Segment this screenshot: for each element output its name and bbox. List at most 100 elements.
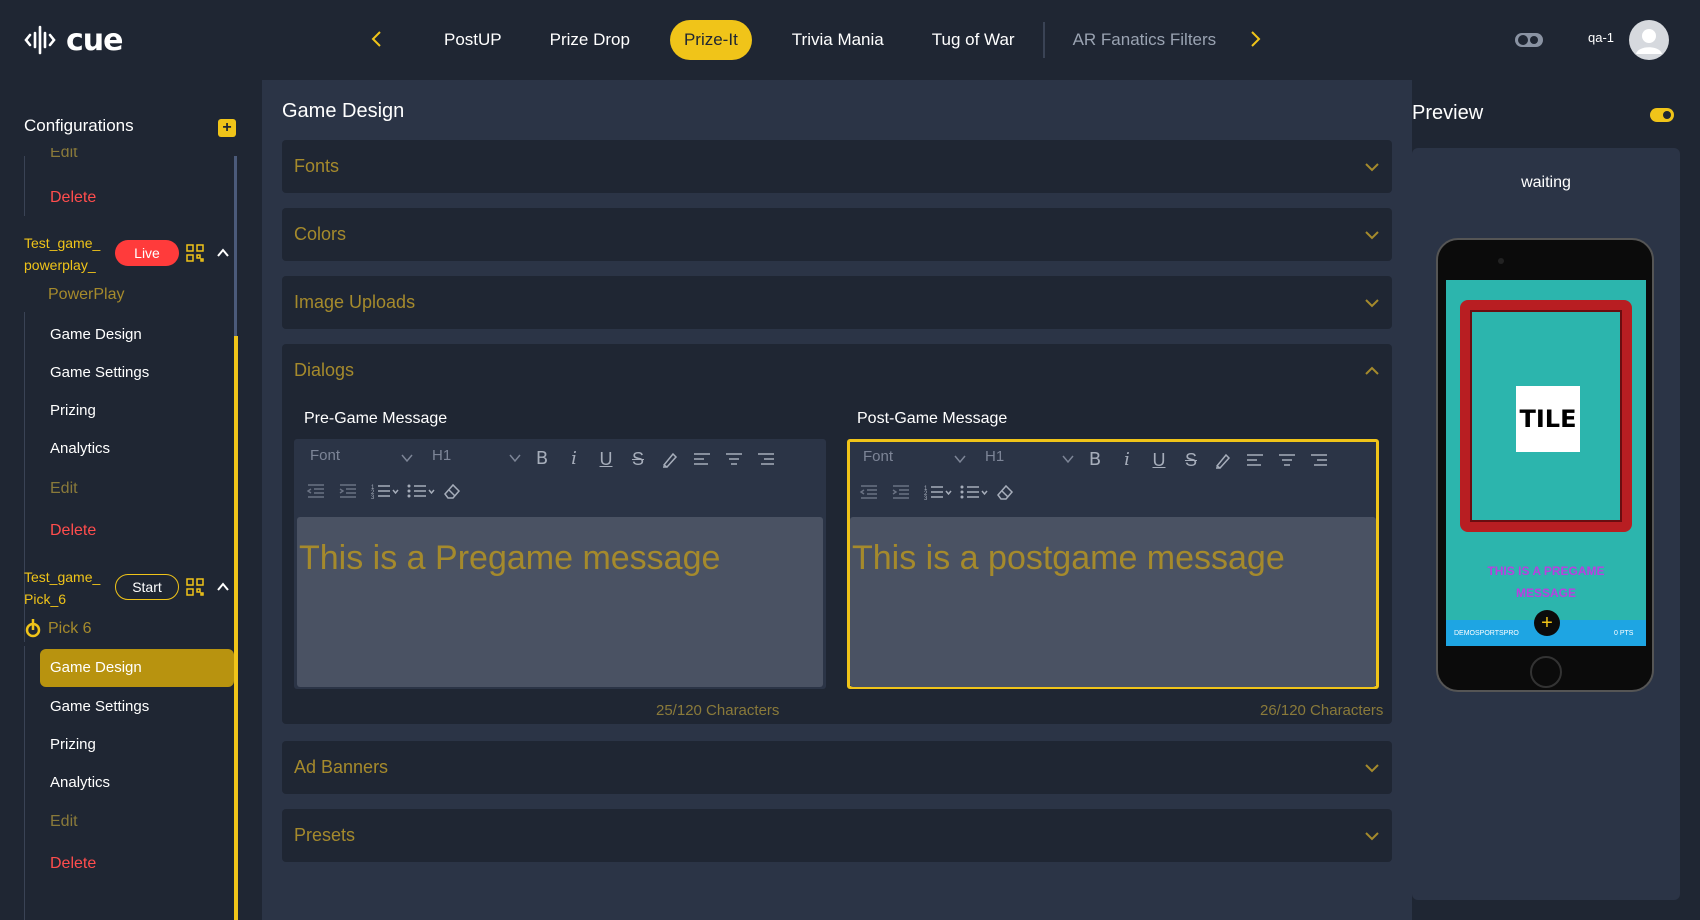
svg-text:3: 3	[371, 495, 375, 501]
bullet-list-icon[interactable]	[959, 482, 989, 502]
top-bar: cue PostUP Prize Drop Prize-It Trivia Ma…	[0, 0, 1700, 80]
bold-icon[interactable]: B	[1085, 450, 1105, 470]
sidebar-item-edit[interactable]: Edit	[50, 480, 78, 498]
sidebar-item-game-design-selected[interactable]: Game Design	[40, 649, 234, 687]
align-center-icon[interactable]	[724, 449, 744, 469]
chevron-up-icon[interactable]	[216, 246, 230, 260]
phone-home-button	[1530, 656, 1562, 688]
ad-banners-section-header[interactable]: Ad Banners	[282, 741, 1392, 794]
strikethrough-icon[interactable]: S	[628, 449, 648, 469]
tabs-next-button[interactable]	[1240, 24, 1270, 54]
colors-section-header[interactable]: Colors	[282, 208, 1392, 261]
italic-icon[interactable]: i	[1117, 450, 1137, 470]
heading-select[interactable]: H1	[432, 447, 451, 464]
sidebar-item-prizing[interactable]: Prizing	[50, 736, 96, 753]
phone-screen: TILE THIS IS A PREGAME MESSAGE + DEMOSPO…	[1446, 280, 1646, 646]
sidebar-item-game-settings[interactable]: Game Settings	[50, 364, 149, 381]
svg-text:3: 3	[924, 496, 928, 502]
sidebar-edit-top[interactable]: Edit	[50, 148, 78, 164]
image-uploads-section-header[interactable]: Image Uploads	[282, 276, 1392, 329]
font-select[interactable]: Font	[863, 448, 893, 465]
qr-code-icon[interactable]	[186, 244, 204, 262]
sidebar-item-edit[interactable]: Edit	[50, 813, 78, 831]
sidebar-scrollbar-track	[234, 156, 237, 336]
italic-icon[interactable]: i	[564, 449, 584, 469]
post-game-text: This is a postgame message	[852, 539, 1285, 577]
preview-status: waiting	[1521, 174, 1571, 191]
add-configuration-button[interactable]: +	[218, 119, 236, 137]
dialogs-section-header[interactable]: Dialogs	[282, 344, 1392, 397]
align-left-icon[interactable]	[1245, 450, 1265, 470]
align-center-icon[interactable]	[1277, 450, 1297, 470]
ordered-list-icon[interactable]: 123	[923, 482, 953, 502]
strikethrough-icon[interactable]: S	[1181, 450, 1201, 470]
tab-divider	[1042, 22, 1045, 58]
qr-code-icon[interactable]	[186, 578, 204, 596]
outdent-icon[interactable]	[306, 481, 326, 501]
sidebar-scrollbar-thumb[interactable]	[234, 336, 238, 920]
game-type-tabs: PostUP Prize Drop Prize-It Trivia Mania …	[420, 18, 1240, 62]
align-right-icon[interactable]	[756, 449, 776, 469]
tab-ar-fanatics-filters[interactable]: AR Fanatics Filters	[1049, 20, 1241, 60]
outdent-icon[interactable]	[859, 482, 879, 502]
sidebar-item-analytics[interactable]: Analytics	[50, 440, 110, 457]
sidebar-item-game-design[interactable]: Game Design	[50, 326, 142, 343]
game-name-line1: Test_game_	[24, 235, 101, 251]
chevron-right-icon	[1251, 31, 1261, 47]
section-title: Ad Banners	[294, 757, 389, 777]
tab-tug-of-war[interactable]: Tug of War	[908, 20, 1039, 60]
highlight-icon[interactable]	[660, 449, 680, 469]
user-name[interactable]: qa-1	[1588, 30, 1614, 45]
bullet-list-icon[interactable]	[406, 481, 436, 501]
tab-prize-it[interactable]: Prize-It	[669, 20, 752, 60]
phone-message-line1: THIS IS A PREGAME	[1487, 564, 1605, 578]
tab-postup[interactable]: PostUP	[420, 20, 526, 60]
heading-select[interactable]: H1	[985, 448, 1004, 465]
tree-line	[24, 646, 25, 920]
highlight-icon[interactable]	[1213, 450, 1233, 470]
chevron-up-icon[interactable]	[216, 580, 230, 594]
chevron-down-icon	[1365, 162, 1379, 171]
sidebar-item-prizing[interactable]: Prizing	[50, 402, 96, 419]
sidebar-item-analytics[interactable]: Analytics	[50, 774, 110, 791]
logo[interactable]: cue	[24, 20, 123, 60]
sidebar-item-delete[interactable]: Delete	[50, 522, 96, 540]
status-badge-live[interactable]: Live	[115, 240, 179, 266]
section-title: Image Uploads	[294, 292, 416, 312]
clear-format-icon[interactable]	[995, 482, 1015, 502]
logo-text: cue	[66, 22, 123, 58]
sidebar-delete-top[interactable]: Delete	[50, 189, 96, 207]
underline-icon[interactable]: U	[1149, 450, 1169, 470]
tabs-prev-button[interactable]	[362, 24, 392, 54]
font-select[interactable]: Font	[310, 447, 340, 464]
chevron-down-icon	[1365, 230, 1379, 239]
start-button[interactable]: Start	[115, 574, 179, 600]
clear-format-icon[interactable]	[442, 481, 462, 501]
align-right-icon[interactable]	[1309, 450, 1329, 470]
indent-icon[interactable]	[338, 481, 358, 501]
pre-game-text-area[interactable]: This is a Pregame message	[297, 517, 823, 687]
underline-icon[interactable]: U	[596, 449, 616, 469]
logo-icon	[24, 25, 56, 55]
pre-game-editor: Font H1 B i U S 123 This is a Pregame me…	[294, 439, 826, 689]
tab-trivia-mania[interactable]: Trivia Mania	[768, 20, 908, 60]
game-name-powerplay[interactable]: Test_game_ powerplay_	[24, 232, 100, 276]
avatar[interactable]	[1629, 20, 1669, 60]
game-name-pick6[interactable]: Test_game_ Pick_6	[24, 566, 100, 610]
presets-section-header[interactable]: Presets	[282, 809, 1392, 862]
ordered-list-icon[interactable]: 123	[370, 481, 400, 501]
bold-icon[interactable]: B	[532, 449, 552, 469]
post-game-text-area[interactable]: This is a postgame message	[850, 517, 1376, 687]
indent-icon[interactable]	[891, 482, 911, 502]
colors-section: Colors	[282, 208, 1392, 261]
pre-game-char-count: 25/120 Characters	[656, 702, 780, 719]
sidebar-item-delete[interactable]: Delete	[50, 855, 96, 873]
phone-points: 0 PTS	[1614, 630, 1634, 637]
preview-toggle[interactable]	[1650, 108, 1674, 122]
sidebar: Configurations + Edit Delete Test_game_ …	[0, 80, 262, 920]
tab-prize-drop[interactable]: Prize Drop	[526, 20, 654, 60]
fonts-section-header[interactable]: Fonts	[282, 140, 1392, 193]
theme-toggle-icon[interactable]	[1514, 30, 1544, 50]
sidebar-item-game-settings[interactable]: Game Settings	[50, 698, 149, 715]
align-left-icon[interactable]	[692, 449, 712, 469]
